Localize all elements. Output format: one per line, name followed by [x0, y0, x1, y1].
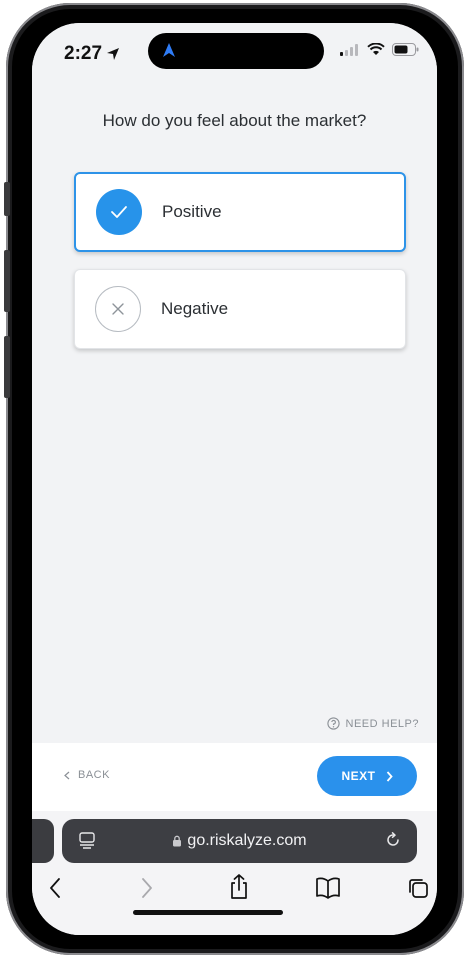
question-title: How do you feel about the market? — [102, 111, 367, 130]
nav-footer: BACK NEXT — [32, 743, 437, 811]
action-button — [4, 182, 10, 216]
checkmark-icon — [96, 189, 142, 235]
forward-arrow-icon[interactable] — [140, 877, 154, 899]
option-label: Negative — [161, 299, 229, 318]
back-arrow-icon[interactable] — [48, 877, 62, 899]
status-bar: 2:27 — [32, 23, 437, 89]
share-icon[interactable] — [228, 873, 250, 901]
need-help-label: NEED HELP? — [345, 717, 419, 730]
question-circle-icon — [326, 717, 340, 730]
status-icons — [340, 43, 419, 56]
lock-icon — [173, 835, 182, 847]
close-x-icon — [95, 286, 141, 332]
safari-toolbar — [32, 873, 437, 907]
time-text: 2:27 — [64, 43, 103, 64]
bookmarks-icon[interactable] — [315, 877, 341, 899]
back-button[interactable]: BACK — [64, 769, 110, 781]
back-label: BACK — [78, 769, 110, 781]
option-label: Positive — [162, 202, 222, 221]
screen: 2:27 How do you feel about the market? P… — [32, 23, 437, 935]
address-bar[interactable]: go.riskalyze.com — [62, 819, 417, 863]
chevron-left-icon — [64, 771, 70, 779]
option-positive[interactable]: Positive — [74, 172, 406, 252]
chevron-right-icon — [386, 770, 393, 782]
next-label: NEXT — [341, 769, 376, 783]
volume-down-button — [4, 336, 10, 398]
reload-icon[interactable] — [383, 830, 403, 850]
status-time: 2:27 — [64, 43, 120, 65]
url-display: go.riskalyze.com — [62, 832, 417, 850]
safari-chrome: go.riskalyze.com — [32, 811, 437, 935]
dynamic-island — [148, 33, 324, 69]
previous-tab-preview[interactable] — [32, 819, 54, 863]
volume-up-button — [4, 250, 10, 312]
navigation-arrow-icon — [163, 43, 175, 57]
location-arrow-icon — [107, 48, 120, 60]
tabs-icon[interactable] — [407, 877, 429, 899]
home-indicator[interactable] — [133, 910, 283, 915]
wifi-icon — [367, 43, 385, 55]
cellular-signal-icon — [340, 43, 358, 56]
next-button[interactable]: NEXT — [317, 756, 417, 796]
battery-icon — [392, 43, 419, 56]
option-negative[interactable]: Negative — [74, 269, 406, 349]
url-text: go.riskalyze.com — [187, 832, 307, 849]
need-help-link[interactable]: NEED HELP? — [326, 717, 419, 730]
